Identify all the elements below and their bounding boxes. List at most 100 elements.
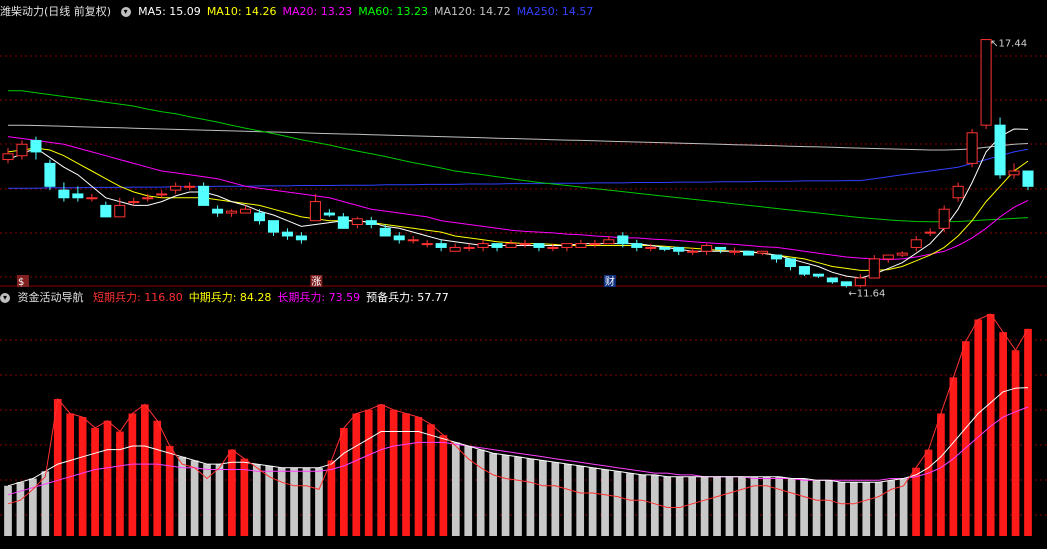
force-bar: [825, 480, 833, 536]
indicator-legend: 短期兵力: 116.80 中期兵力: 84.28 长期兵力: 73.59 预备兵力: …: [93, 291, 455, 304]
force-bar: [352, 413, 361, 536]
candle-body: [966, 132, 978, 164]
main-panel-header: 潍柴动力(日线 前复权) ▾ MA5: 15.09 MA10: 14.26 MA20…: [0, 3, 605, 21]
candle-body: [30, 139, 42, 153]
candle-body: [589, 243, 601, 246]
candle-body: [938, 208, 950, 229]
ma-legend-item: MA60: 13.23: [358, 5, 428, 18]
force-bar: [700, 476, 709, 536]
force-bar: [290, 467, 298, 536]
force-bar: [103, 420, 112, 536]
candle-body: [295, 235, 307, 241]
force-bar: [775, 476, 784, 536]
candle-body: [226, 210, 238, 214]
stock-title: 潍柴动力(日线 前复权): [0, 5, 112, 18]
candle-body: [659, 246, 671, 250]
force-bar: [874, 482, 883, 536]
low-price-label: ←11.64: [848, 289, 885, 300]
candle-body: [687, 250, 699, 253]
candle-body: [798, 266, 810, 275]
candle-body: [170, 185, 182, 191]
force-bar: [551, 462, 560, 536]
force-bar: [91, 427, 99, 536]
force-bar: [539, 460, 547, 536]
candle-body: [826, 277, 838, 283]
candle-body: [896, 252, 908, 256]
candle-body: [421, 243, 433, 246]
force-bar: [315, 467, 323, 536]
candle-body: [477, 243, 489, 248]
candle-body: [379, 227, 391, 237]
chevron-down-icon[interactable]: ▾: [0, 293, 10, 303]
candle-body: [519, 243, 531, 246]
candle-body: [72, 193, 84, 199]
force-bar: [812, 480, 821, 536]
force-bar: [41, 471, 50, 536]
force-bar: [464, 446, 473, 536]
candle-body: [365, 220, 377, 226]
force-bar: [364, 409, 373, 536]
force-bar: [837, 482, 846, 536]
force-bar: [252, 464, 261, 536]
candle-body: [281, 231, 293, 237]
candle-body: [463, 246, 475, 249]
candle-body: [784, 258, 796, 268]
force-bar: [974, 319, 983, 536]
candle-body: [701, 245, 713, 252]
candle-body: [184, 185, 196, 188]
candle-body: [840, 281, 852, 287]
ma-legend-item: MA20: 13.23: [282, 5, 353, 18]
force-bar: [588, 467, 597, 536]
candle-body: [1008, 170, 1020, 176]
force-bar: [215, 464, 224, 536]
candle-body: [156, 193, 168, 196]
force-bar: [128, 413, 137, 536]
candle-body: [449, 246, 461, 252]
force-bar: [1024, 328, 1032, 536]
force-bar: [937, 413, 945, 536]
ma-legend: MA5: 15.09 MA10: 14.26 MA20: 13.23 MA60: 13…: [138, 5, 599, 18]
force-bar: [414, 417, 423, 536]
candle-body: [351, 218, 363, 226]
stock-chart-window: ↖17.44 ←11.64 $ 涨 财 潍柴动力(日线 前复权) ▾ MA5: 15.0…: [0, 0, 1047, 546]
candle-body: [212, 208, 224, 214]
candle-body: [2, 153, 14, 161]
candle-body: [533, 243, 545, 248]
force-bar: [563, 464, 572, 536]
candle-body: [756, 250, 769, 254]
candle-body: [631, 243, 643, 248]
force-bar: [626, 473, 634, 536]
candle-body: [505, 243, 517, 248]
candle-body: [393, 235, 405, 241]
high-price-label: ↖17.44: [990, 39, 1027, 50]
force-bar: [862, 482, 871, 536]
candle-body: [16, 143, 28, 157]
candle-body: [645, 246, 657, 249]
candle-body: [491, 243, 503, 248]
candle-body: [924, 231, 936, 234]
force-bar: [638, 474, 647, 536]
chart-canvas: ↖17.44 ←11.64 $ 涨 财: [0, 39, 1047, 536]
event-marker-label: 涨: [311, 276, 321, 288]
ma120-line: [8, 124, 1029, 151]
chevron-down-icon[interactable]: ▾: [120, 7, 131, 17]
force-bar: [190, 460, 199, 536]
candle-body: [337, 216, 349, 229]
ma10-line: [7, 147, 1029, 271]
force-bar: [451, 442, 460, 536]
candle-body: [100, 204, 112, 218]
candle-body: [407, 239, 419, 242]
candle-body: [309, 201, 321, 222]
candle-body: [128, 201, 140, 204]
force-bar: [277, 467, 286, 536]
candle-body: [575, 243, 587, 248]
candle-body: [561, 243, 573, 248]
force-bar: [327, 460, 336, 536]
force-bar: [526, 458, 535, 536]
candle-body: [854, 277, 866, 287]
ma-legend-item: MA250: 14.57: [516, 5, 594, 18]
force-bar: [501, 455, 510, 536]
candle-body: [617, 235, 629, 245]
force-bar: [912, 467, 920, 536]
candle-body: [1022, 170, 1034, 187]
